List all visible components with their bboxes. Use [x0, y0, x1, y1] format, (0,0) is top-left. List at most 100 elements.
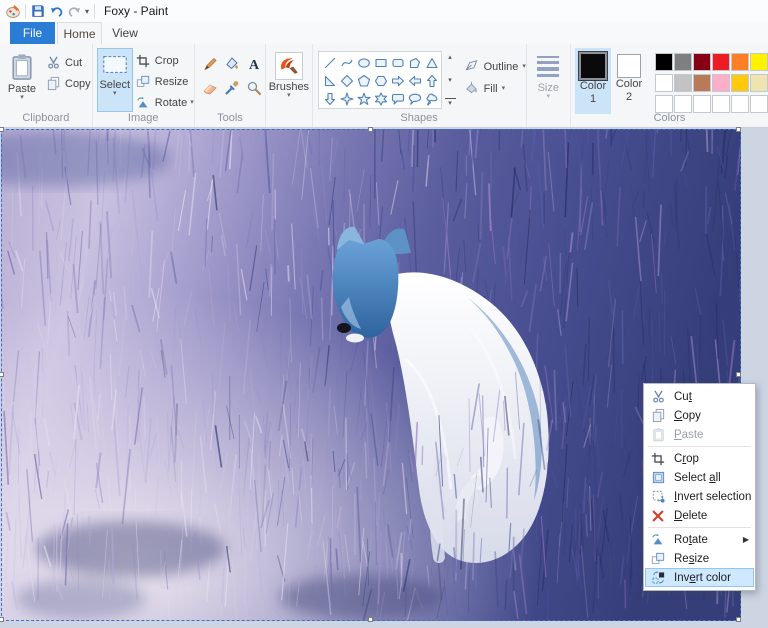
size-button[interactable]: Size ▾: [528, 48, 568, 127]
palette-swatch-empty[interactable]: [655, 95, 673, 113]
customize-quick-access-button[interactable]: ▾: [85, 7, 89, 16]
shape-rectangle[interactable]: [373, 54, 390, 72]
context-menu-item-crop[interactable]: Crop: [645, 449, 754, 468]
shape-five-point-star[interactable]: [356, 90, 373, 108]
crop-button[interactable]: Crop: [135, 50, 194, 71]
shape-diamond[interactable]: [339, 72, 356, 90]
shape-six-point-star[interactable]: [373, 90, 390, 108]
shape-oval[interactable]: [356, 54, 373, 72]
palette-swatch[interactable]: [655, 53, 673, 71]
fill-tool-button[interactable]: [221, 54, 243, 78]
shape-cloud-callout[interactable]: [424, 90, 441, 108]
shapes-scroll-up-button[interactable]: ▴: [445, 53, 456, 61]
context-menu-item-copy[interactable]: Copy: [645, 406, 754, 425]
context-menu-item-paste[interactable]: Paste: [645, 425, 754, 444]
color2-button[interactable]: Color 2: [611, 48, 647, 114]
brushes-button[interactable]: Brushes ▾: [269, 48, 309, 112]
context-menu-item-cut[interactable]: Cut: [645, 387, 754, 406]
paste-button[interactable]: Paste ▾: [3, 48, 41, 112]
select-button[interactable]: Select ▾: [96, 48, 133, 112]
palette-swatch[interactable]: [731, 74, 749, 92]
context-menu-item-delete[interactable]: Delete: [645, 506, 754, 525]
palette-swatch-empty[interactable]: [750, 95, 768, 113]
shape-triangle[interactable]: [424, 54, 441, 72]
tab-file[interactable]: File: [10, 22, 55, 44]
palette-swatch[interactable]: [655, 74, 673, 92]
save-button[interactable]: [29, 2, 47, 20]
paste-dropdown[interactable]: ▾: [20, 94, 24, 101]
cut-icon: [649, 389, 667, 404]
context-menu-item-select-all[interactable]: Select all: [645, 468, 754, 487]
selection-handle-bottom-center[interactable]: [368, 617, 373, 622]
pencil-tool-button[interactable]: [199, 54, 221, 78]
shapes-scroll-down-button[interactable]: ▾: [445, 76, 456, 84]
tab-home[interactable]: Home: [57, 22, 102, 44]
selection-handle-bottom-left[interactable]: [0, 617, 4, 622]
rotate-label: Rotate: [154, 96, 188, 109]
context-menu-item-resize[interactable]: Resize: [645, 549, 754, 568]
selection-handle-mid-left[interactable]: [0, 372, 4, 377]
shape-down-arrow[interactable]: [322, 90, 339, 108]
palette-swatch[interactable]: [731, 53, 749, 71]
outline-button[interactable]: Outline ▾: [464, 56, 526, 78]
shape-rounded-rectangle[interactable]: [390, 54, 407, 72]
palette-swatch[interactable]: [674, 74, 692, 92]
redo-button[interactable]: [65, 2, 83, 20]
palette-swatch-empty[interactable]: [674, 95, 692, 113]
shape-oval-callout[interactable]: [407, 90, 424, 108]
fill-dropdown[interactable]: ▾: [502, 85, 506, 92]
shape-hexagon[interactable]: [373, 72, 390, 90]
outline-dropdown[interactable]: ▾: [522, 63, 526, 70]
select-dropdown[interactable]: ▾: [113, 90, 117, 97]
brushes-dropdown[interactable]: ▾: [287, 92, 291, 99]
palette-swatch[interactable]: [750, 53, 768, 71]
shape-four-point-star[interactable]: [339, 90, 356, 108]
shape-up-arrow[interactable]: [424, 72, 441, 90]
rotate-dropdown[interactable]: ▾: [190, 99, 194, 106]
copy-button[interactable]: Copy: [45, 73, 91, 94]
fill-button[interactable]: Fill ▾: [464, 78, 526, 100]
shape-right-arrow[interactable]: [390, 72, 407, 90]
shape-line[interactable]: [322, 54, 339, 72]
selection-handle-top-left[interactable]: [0, 127, 4, 132]
rotate-button[interactable]: Rotate ▾: [135, 92, 194, 113]
palette-swatch-empty[interactable]: [693, 95, 711, 113]
clipboard-group-label: Clipboard: [22, 112, 70, 124]
palette-swatch-empty[interactable]: [731, 95, 749, 113]
shape-right-triangle[interactable]: [322, 72, 339, 90]
context-menu-item-rotate[interactable]: Rotate ▶: [645, 530, 754, 549]
tab-view[interactable]: View: [104, 22, 146, 44]
color-picker-icon: [224, 80, 240, 101]
undo-button[interactable]: [47, 2, 65, 20]
color1-swatch: [578, 51, 608, 81]
palette-swatch-empty[interactable]: [712, 95, 730, 113]
palette-swatch[interactable]: [750, 74, 768, 92]
text-tool-button[interactable]: A: [243, 54, 265, 78]
selection-handle-bottom-right[interactable]: [736, 617, 741, 622]
palette-swatch[interactable]: [712, 74, 730, 92]
cut-button[interactable]: Cut: [45, 52, 91, 73]
palette-swatch[interactable]: [693, 74, 711, 92]
selection-handle-top-right[interactable]: [736, 127, 741, 132]
context-menu: Cut Copy Paste Crop Select all Invert selecti…: [643, 383, 756, 591]
shapes-more-button[interactable]: ▾: [444, 98, 456, 107]
shape-rounded-callout[interactable]: [390, 90, 407, 108]
shape-curve[interactable]: [339, 54, 356, 72]
selection-handle-top-center[interactable]: [368, 127, 373, 132]
palette-swatch[interactable]: [674, 53, 692, 71]
context-menu-item-invert-color[interactable]: Invert color: [645, 568, 754, 587]
magnifier-tool-button[interactable]: [243, 78, 265, 102]
color-picker-tool-button[interactable]: [221, 78, 243, 102]
palette-swatch[interactable]: [712, 53, 730, 71]
shape-polygon[interactable]: [407, 54, 424, 72]
selection-handle-mid-right[interactable]: [736, 372, 741, 377]
eraser-tool-button[interactable]: [199, 78, 221, 102]
palette-swatch[interactable]: [693, 53, 711, 71]
context-menu-item-invert-selection[interactable]: Invert selection: [645, 487, 754, 506]
color1-button[interactable]: Color 1: [575, 48, 611, 114]
canvas[interactable]: [0, 127, 741, 622]
shape-pentagon[interactable]: [356, 72, 373, 90]
ribbon: Paste ▾ Cut Copy Clipboard Select ▾ Crop: [0, 44, 768, 128]
shape-left-arrow[interactable]: [407, 72, 424, 90]
resize-button[interactable]: Resize: [135, 71, 194, 92]
